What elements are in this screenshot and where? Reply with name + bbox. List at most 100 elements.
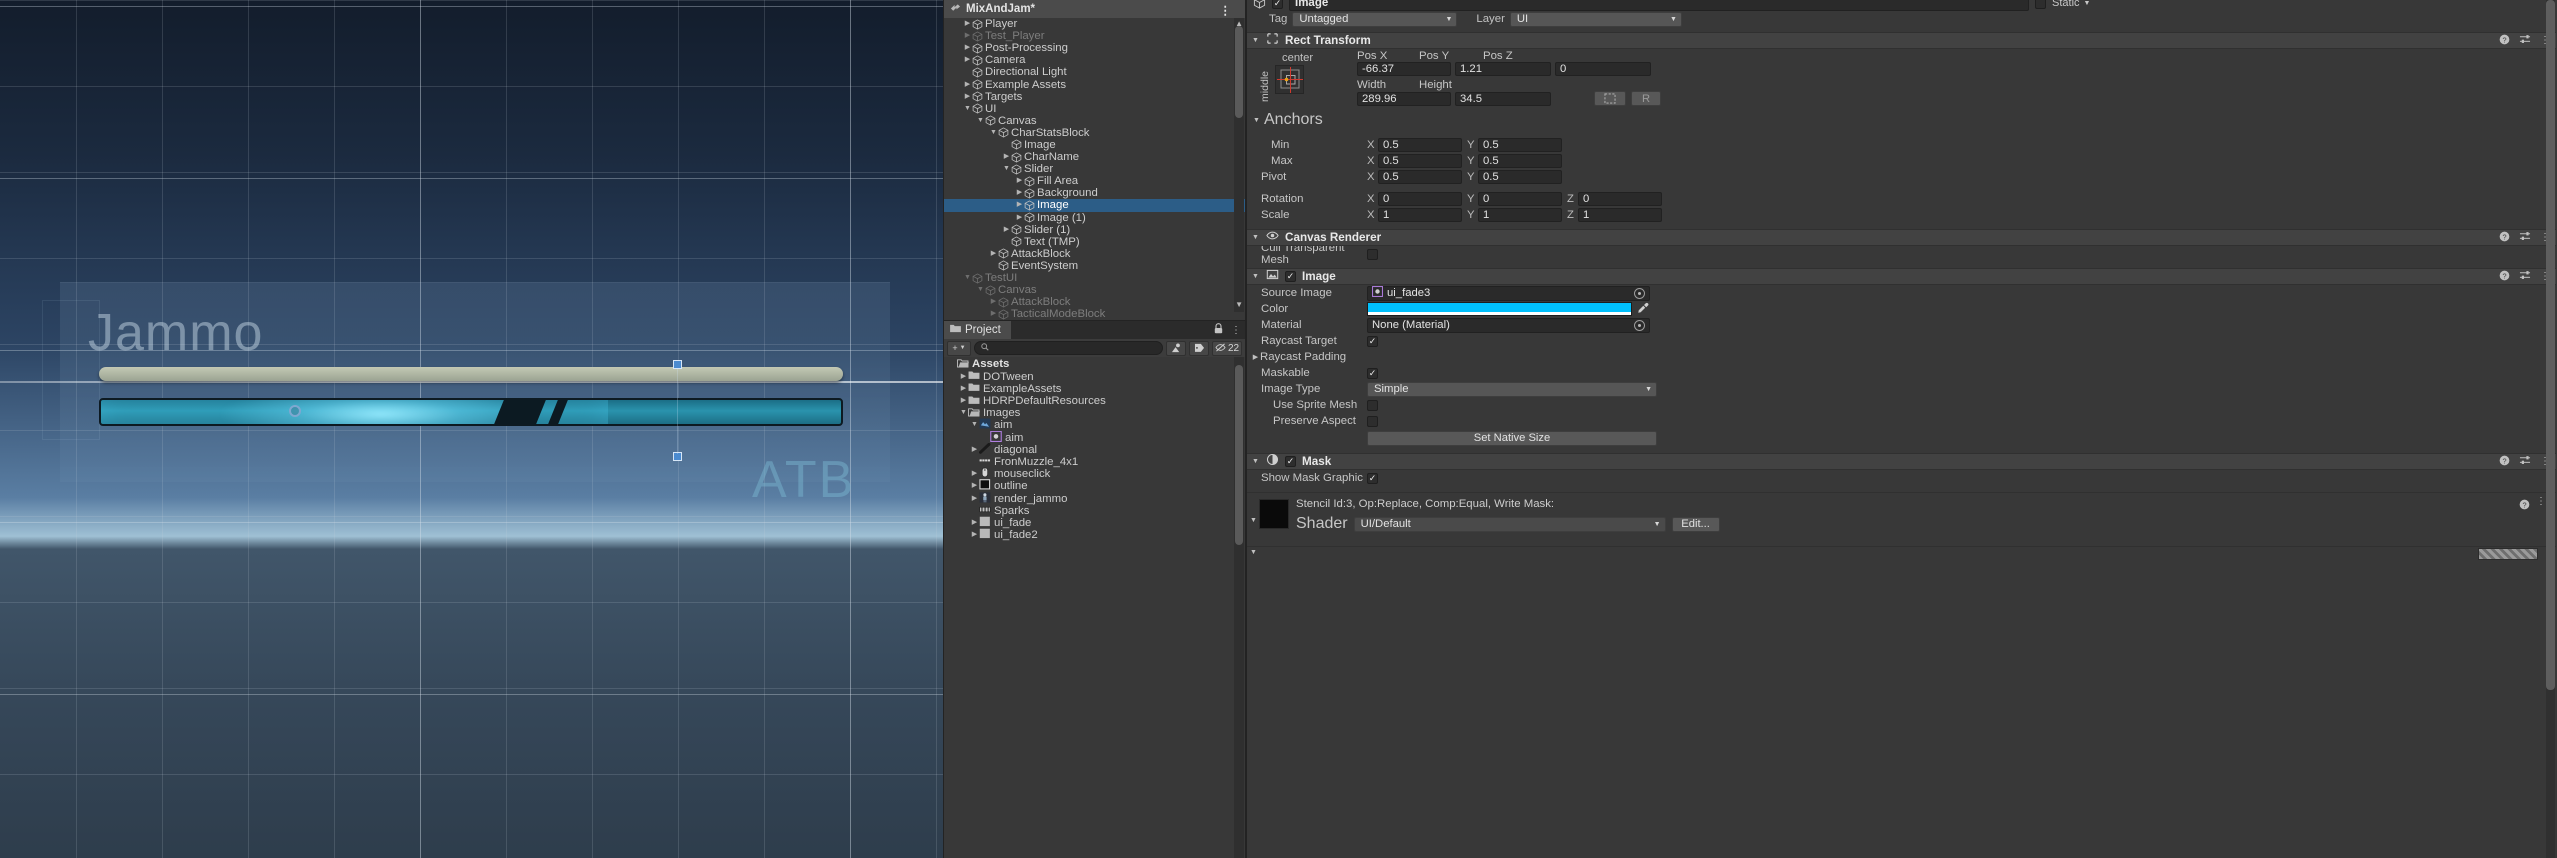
gameobject-header[interactable]: Image Static ▼ [1247,0,2556,11]
pivot-y-field[interactable]: 0.5 [1478,170,1562,184]
scale-y-field[interactable]: 1 [1478,208,1562,222]
collapse-triangle-icon[interactable]: ▼ [970,419,979,431]
project-item-hdrpdefaultresources[interactable]: ▶ HDRPDefaultResources [944,395,1245,407]
cull-transparent-mesh-checkbox[interactable] [1367,248,1378,260]
sprite-texture-row[interactable]: ▼ [1247,546,2556,560]
expand-triangle-icon[interactable]: ▶ [989,248,998,260]
shader-row[interactable]: Shader UI/Default ▼ Edit... [1296,515,1720,533]
color-swatch[interactable] [1367,302,1632,316]
foldout-triangle-icon[interactable]: ▼ [1249,549,1258,556]
hierarchy-item-targets[interactable]: ▶ Targets [944,91,1245,103]
maskable-row[interactable]: Maskable [1247,365,2556,381]
hierarchy-scrollbar-thumb[interactable] [1235,26,1243,118]
inspector-scrollbar-track[interactable] [2546,0,2555,858]
inspector-scrollbar-thumb[interactable] [2546,0,2555,690]
hierarchy-tree[interactable]: ▶ Player ▶ Test_Player ▶ Post-Processing ▶ Came… [944,18,1245,320]
hierarchy-item-charname[interactable]: ▶ CharName [944,151,1245,163]
game-view[interactable]: Jammo ATB [0,0,943,858]
width-field[interactable]: 289.96 [1357,91,1451,106]
eyedropper-icon[interactable] [1637,302,1649,317]
collapse-triangle-icon[interactable]: ▼ [989,127,998,139]
tag-dropdown[interactable]: Untagged ▼ [1292,11,1458,27]
expand-triangle-icon[interactable]: ▶ [963,91,972,103]
expand-triangle-icon[interactable]: ▶ [989,308,998,320]
help-icon[interactable]: ? [2499,455,2510,469]
help-icon[interactable]: ? [2499,270,2510,284]
raw-edit-mode-button[interactable]: R [1631,91,1661,106]
cull-transparent-mesh-row[interactable]: Cull Transparent Mesh [1247,242,2556,266]
expand-triangle-icon[interactable]: ▶ [1015,175,1024,187]
hierarchy-item-canvas[interactable]: ▼ Canvas [944,115,1245,127]
component-header-image[interactable]: ▼ Image ? ⋮ [1247,268,2556,285]
set-native-size-button[interactable]: Set Native Size [1367,430,1657,446]
anchors-min-row[interactable]: Min X 0.5 Y 0.5 [1247,137,2556,153]
material-inline-editor[interactable]: ▼ Stencil Id:3, Op:Replace, Comp:Equal, … [1247,492,2556,544]
tag-layer-row[interactable]: Tag Untagged ▼ Layer UI ▼ [1247,10,2556,28]
collapse-triangle-icon[interactable]: ▼ [963,103,972,115]
color-row[interactable]: Color [1247,301,2556,317]
create-asset-button[interactable]: + ▼ [947,340,971,356]
anchor-max-x-field[interactable]: 0.5 [1378,154,1462,168]
hierarchy-item-image[interactable]: ▶ Image [944,199,1245,212]
foldout-triangle-icon[interactable]: ▼ [1251,234,1260,241]
hierarchy-item-attackblock[interactable]: ▶ AttackBlock [944,296,1245,308]
material-field[interactable]: None (Material) [1367,317,1650,333]
object-picker-icon[interactable] [1634,287,1645,299]
component-header-canvas-renderer[interactable]: ▼ Canvas Renderer ? ⋮ [1247,229,2556,246]
expand-triangle-icon[interactable]: ▶ [963,42,972,54]
preset-icon[interactable] [2519,231,2531,245]
project-tab-actions[interactable]: ⋮ [1214,321,1241,339]
image-type-dropdown[interactable]: Simple ▼ [1367,381,1657,397]
expand-triangle-icon[interactable]: ▶ [1015,212,1024,224]
mask-enabled-checkbox[interactable] [1285,456,1296,467]
preset-icon[interactable] [2519,455,2531,469]
anchors-foldout[interactable]: ▼ Anchors [1252,111,1323,129]
scale-x-field[interactable]: 1 [1378,208,1462,222]
source-image-field[interactable]: ui_fade3 [1367,285,1650,301]
hierarchy-item-camera[interactable]: ▶ Camera [944,54,1245,66]
pos-z-field[interactable]: 0 [1555,62,1651,76]
expand-triangle-icon[interactable]: ▶ [963,30,972,42]
tab-project[interactable]: Project [944,321,1011,340]
hierarchy-item-background[interactable]: ▶ Background [944,187,1245,199]
height-field[interactable]: 34.5 [1455,91,1551,106]
blueprint-mode-icon[interactable] [1594,91,1626,106]
component-header-actions[interactable]: ? ⋮ [2499,231,2550,245]
hierarchy-item-post-processing[interactable]: ▶ Post-Processing [944,42,1245,54]
hidden-items-indicator[interactable]: 22 [1212,340,1242,356]
shader-edit-button[interactable]: Edit... [1671,516,1720,532]
preserve-aspect-row[interactable]: Preserve Aspect [1247,413,2556,429]
expand-triangle-icon[interactable]: ▶ [1002,151,1011,163]
component-header-rect-transform[interactable]: ▼ Rect Transform ? ⋮ [1247,32,2556,49]
foldout-triangle-icon[interactable]: ▼ [1251,37,1260,44]
component-header-actions[interactable]: ? ⋮ [2499,34,2550,48]
set-native-size-row[interactable]: Set Native Size [1247,429,2556,447]
anchor-min-y-field[interactable]: 0.5 [1478,138,1562,152]
search-input[interactable] [974,341,1163,356]
use-sprite-mesh-row[interactable]: Use Sprite Mesh [1247,397,2556,413]
expand-triangle-icon[interactable]: ▶ [963,54,972,66]
size-fields-row[interactable]: 289.96 34.5 R [1357,91,1661,106]
component-header-actions[interactable]: ? ⋮ [2499,455,2550,469]
foldout-triangle-icon[interactable]: ▶ [1251,353,1260,361]
hierarchy-item-image-1[interactable]: ▶ Image (1) [944,212,1245,224]
collapse-triangle-icon[interactable]: ▼ [976,284,985,296]
collapse-triangle-icon[interactable]: ▼ [1002,163,1011,175]
kebab-menu-icon[interactable]: ⋮ [1231,325,1241,336]
show-mask-graphic-row[interactable]: Show Mask Graphic [1247,470,2556,486]
rotation-y-field[interactable]: 0 [1478,192,1562,206]
hierarchy-item-eventsystem[interactable]: ▶EventSystem [944,260,1245,272]
hierarchy-item-tacticalmodeblock[interactable]: ▶ TacticalModeBlock [944,308,1245,320]
kebab-menu-icon[interactable]: ⋮ [1220,3,1232,17]
hierarchy-panel[interactable]: MixAndJam* ⋮ ▶ Player ▶ Test_Player ▶ Post-Pr… [944,0,1245,321]
collapse-triangle-icon[interactable]: ▼ [963,272,972,284]
anchor-max-y-field[interactable]: 0.5 [1478,154,1562,168]
component-header-actions[interactable]: ? ⋮ [2499,270,2550,284]
rotation-z-field[interactable]: 0 [1578,192,1662,206]
scroll-down-arrow-icon[interactable]: ▼ [1235,300,1243,309]
hierarchy-item-text-tmp[interactable]: ▶Text (TMP) [944,236,1245,248]
project-scrollbar-thumb[interactable] [1235,365,1243,546]
hierarchy-item-fill-area[interactable]: ▶ Fill Area [944,175,1245,187]
raycast-padding-row[interactable]: ▶ Raycast Padding [1247,349,2556,365]
kebab-menu-icon[interactable]: ⋮ [2536,496,2546,507]
